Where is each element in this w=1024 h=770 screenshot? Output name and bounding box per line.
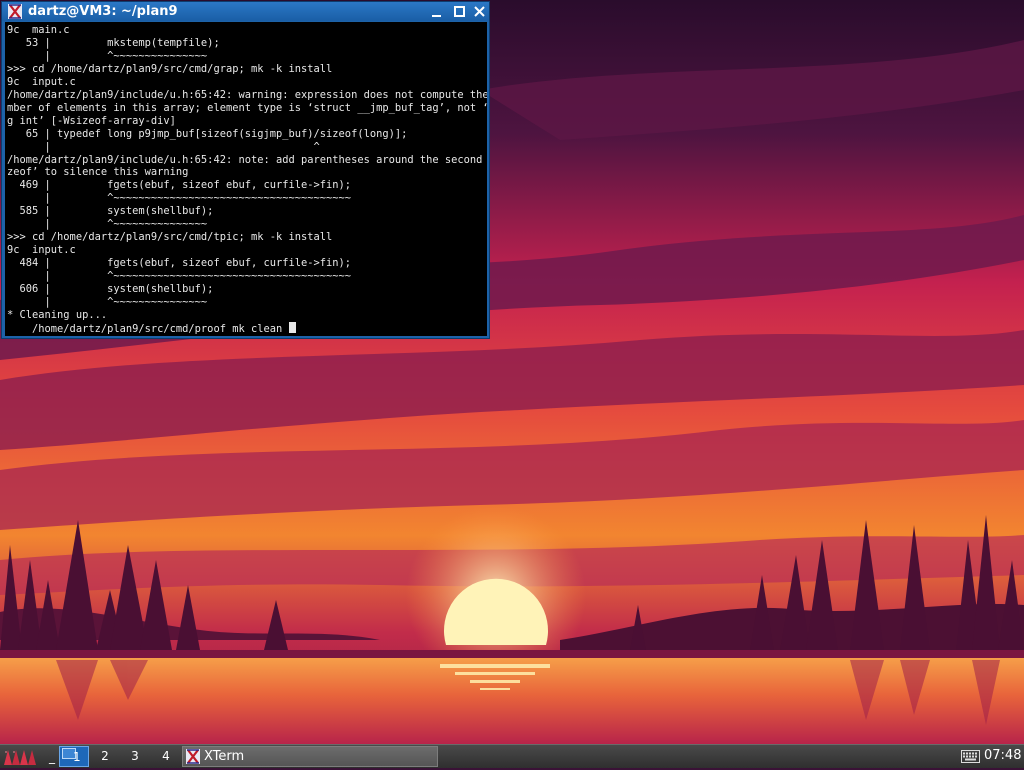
terminal-line: 9c main.c	[7, 24, 70, 36]
terminal-line: zeof’ to silence this warning	[7, 166, 189, 179]
workspace-1-button[interactable]: 1	[59, 746, 89, 767]
maximize-button[interactable]	[452, 4, 467, 19]
terminal-line: /home/dartz/plan9/include/u.h:65:42: war…	[7, 88, 487, 101]
terminal-line: | ^~~~~~~~~~~~~~~~~~~~~~~~~~~~~~~~~~~~~~…	[7, 270, 352, 283]
terminal-line: | ^~~~~~~~~~~~~~~~	[7, 218, 208, 231]
terminal-line: /home/dartz/plan9/src/cmd/proof mk clean	[7, 322, 289, 335]
taskbar-item-xterm[interactable]: XTerm	[182, 746, 438, 767]
workspace-3-button[interactable]: 3	[121, 746, 149, 767]
clock[interactable]: 07:48	[984, 745, 1021, 767]
terminal-line: 53 | mkstemp(tempfile);	[7, 36, 220, 49]
show-desktop-button[interactable]: _	[46, 746, 58, 767]
terminal-line: 9c input.c	[7, 75, 76, 88]
terminal-line: 469 | fgets(ebuf, sizeof ebuf, curfile->…	[7, 179, 352, 192]
keyboard-icon[interactable]	[961, 750, 980, 763]
terminal-line: mber of elements in this array; element …	[7, 101, 487, 114]
terminal-cursor	[288, 321, 296, 333]
lxde-menu-icon	[4, 750, 36, 765]
plan9-x-icon[interactable]	[8, 4, 22, 19]
terminal-line: | ^~~~~~~~~~~~~~~~	[7, 296, 208, 309]
terminal-line: >>> cd /home/dartz/plan9/src/cmd/tpic; m…	[7, 231, 333, 244]
terminal-line: g int’ [-Wsizeof-array-div]	[7, 114, 176, 127]
terminal-area[interactable]: 9c main.c 53 | mkstemp(tempfile); | ^~~~…	[5, 22, 487, 336]
taskbar: _ 1 2 3 4 XTerm 07:48	[0, 744, 1024, 768]
close-icon	[474, 6, 485, 17]
plan9-x-icon	[186, 749, 200, 764]
xterm-window[interactable]: dartz@VM3: ~/plan9 9c main.c 53 | mkstem…	[1, 1, 490, 339]
taskbar-item-label: XTerm	[204, 749, 245, 764]
terminal-line: /home/dartz/plan9/include/u.h:65:42: not…	[7, 153, 487, 166]
app-menu-button[interactable]	[2, 746, 42, 767]
terminal-output[interactable]: 9c main.c 53 | mkstemp(tempfile); | ^~~~…	[5, 22, 487, 336]
minimize-button[interactable]	[429, 4, 444, 19]
terminal-line: 585 | system(shellbuf);	[7, 205, 214, 218]
terminal-line: | ^~~~~~~~~~~~~~~~	[7, 49, 208, 62]
terminal-line: * Cleaning up...	[7, 308, 108, 321]
terminal-line: | ^	[7, 140, 320, 153]
terminal-line: 484 | fgets(ebuf, sizeof ebuf, curfile->…	[7, 257, 352, 270]
workspace-2-button[interactable]: 2	[91, 746, 119, 767]
workspace-label: 1	[73, 750, 81, 764]
window-title: dartz@VM3: ~/plan9	[28, 4, 178, 19]
terminal-line: 9c input.c	[7, 244, 76, 257]
close-button[interactable]	[472, 4, 487, 19]
workspace-4-button[interactable]: 4	[152, 746, 180, 767]
terminal-line: 65 | typedef long p9jmp_buf[sizeof(sigjm…	[7, 127, 408, 140]
terminal-line: | ^~~~~~~~~~~~~~~~~~~~~~~~~~~~~~~~~~~~~~…	[7, 192, 352, 205]
window-titlebar[interactable]: dartz@VM3: ~/plan9	[2, 2, 489, 21]
terminal-line: >>> cd /home/dartz/plan9/src/cmd/grap; m…	[7, 62, 333, 75]
minimize-icon	[432, 15, 441, 17]
terminal-line: 606 | system(shellbuf);	[7, 283, 214, 296]
maximize-icon	[454, 6, 465, 17]
